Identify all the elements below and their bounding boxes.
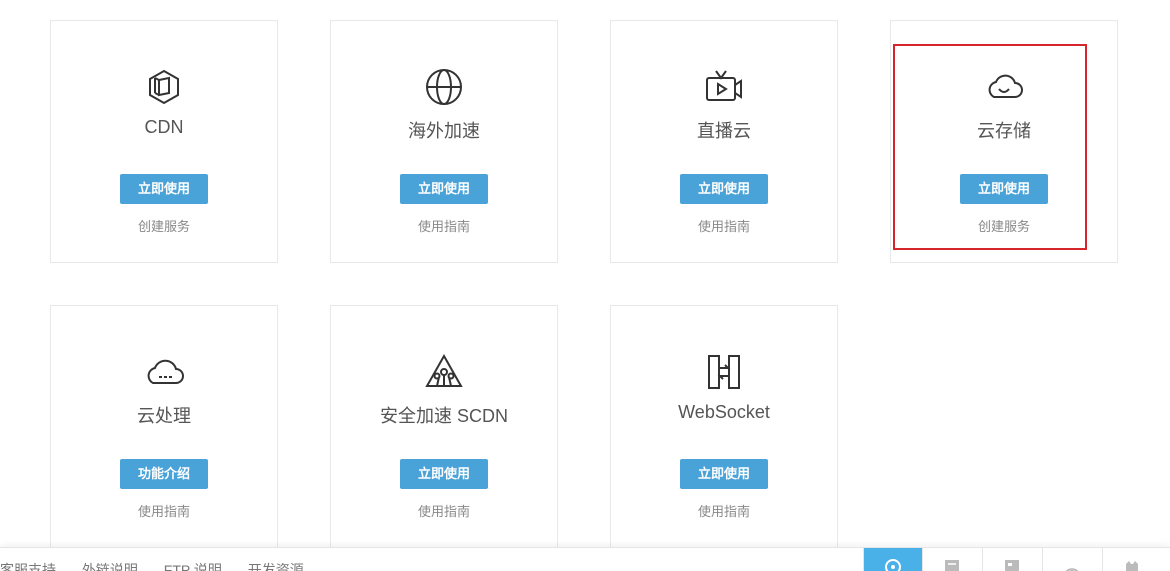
use-now-button[interactable]: 立即使用 [400,459,488,489]
use-now-button[interactable]: 立即使用 [680,174,768,204]
service-title: 安全加速 SCDN [379,406,508,426]
use-now-button[interactable]: 立即使用 [400,174,488,204]
service-card-overseas: 海外加速 立即使用 使用指南 [330,20,558,263]
service-card-scdn: 安全加速 SCDN 立即使用 使用指南 [330,305,558,548]
document-tool-button[interactable] [922,548,981,571]
guide-link[interactable]: 使用指南 [51,501,277,520]
github-icon [1126,561,1138,571]
cloud-smile-icon [984,67,1024,107]
service-title: 云处理 [137,406,191,426]
compass-icon [885,559,901,571]
tv-play-icon [704,67,744,107]
footer-links: 客服支持 外链说明 FTP 说明 开发资源 [0,560,326,571]
service-card-websocket: WebSocket 立即使用 使用指南 [610,305,838,548]
use-now-button[interactable]: 立即使用 [680,459,768,489]
compass-tool-button[interactable] [863,548,922,571]
github-tool-button[interactable] [1102,548,1161,571]
service-card-live: 直播云 立即使用 使用指南 [610,20,838,263]
guide-link[interactable]: 使用指南 [611,501,837,520]
document-icon [945,560,959,571]
chart-icon [1005,560,1019,571]
use-now-button[interactable]: 立即使用 [120,174,208,204]
feature-intro-button[interactable]: 功能介绍 [120,459,208,489]
broadcast-icon [1065,568,1079,571]
create-service-link[interactable]: 创建服务 [891,216,1117,235]
hexagon-cube-icon [144,67,184,107]
globe-icon [424,67,464,107]
triangle-network-icon [424,352,464,392]
create-service-link[interactable]: 创建服务 [51,216,277,235]
service-card-cdn: CDN 立即使用 创建服务 [50,20,278,263]
websocket-arrows-icon [704,352,744,392]
service-title: 云存储 [977,121,1031,141]
service-card-storage: 云存储 立即使用 创建服务 [890,20,1118,263]
guide-link[interactable]: 使用指南 [611,216,837,235]
guide-link[interactable]: 使用指南 [331,501,557,520]
chart-tool-button[interactable] [982,548,1041,571]
broadcast-tool-button[interactable] [1042,548,1101,571]
guide-link[interactable]: 使用指南 [331,216,557,235]
service-title: 海外加速 [408,121,480,141]
cloud-dash-icon [144,352,184,392]
use-now-button[interactable]: 立即使用 [960,174,1048,204]
footer-bar: 客服支持 外链说明 FTP 说明 开发资源 [0,547,1170,571]
service-title: WebSocket [678,402,770,422]
service-card-processing: 云处理 功能介绍 使用指南 [50,305,278,548]
service-title: 直播云 [697,121,751,141]
service-title: CDN [144,117,184,137]
